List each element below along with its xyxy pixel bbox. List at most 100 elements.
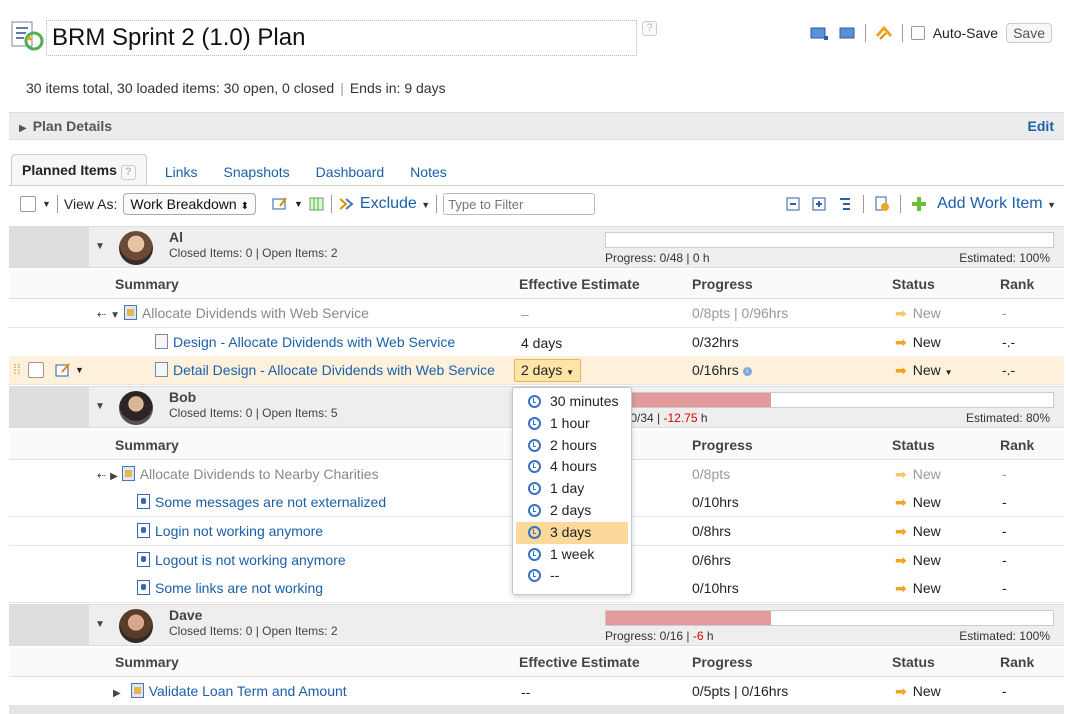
snapshot-icon[interactable]	[809, 24, 829, 42]
row-summary[interactable]: ⇠ ▼ Allocate Dividends with Web Service	[97, 305, 369, 321]
col-effective-estimate[interactable]: Effective Estimate	[519, 654, 640, 670]
row-summary[interactable]: Some links are not working	[137, 580, 323, 596]
edit-columns-icon[interactable]	[272, 196, 288, 212]
col-rank[interactable]: Rank	[1000, 276, 1034, 292]
owner-group-dave[interactable]: ▼ Dave Closed Items: 0 | Open Items: 2 P…	[9, 604, 1064, 646]
collapse-triangle-icon[interactable]: ▼	[95, 619, 105, 630]
row-estimate[interactable]: --	[521, 684, 530, 700]
col-effective-estimate[interactable]: Effective Estimate	[519, 276, 640, 292]
row-status[interactable]: ➡ New	[895, 305, 941, 322]
edit-row-icon[interactable]	[55, 362, 71, 378]
plan-details-bar[interactable]: ▶ Plan Details Edit	[9, 112, 1064, 140]
refresh-icon[interactable]	[874, 24, 894, 42]
row-status[interactable]: ➡ New	[895, 523, 941, 540]
compare-icon[interactable]	[837, 24, 857, 42]
row-summary[interactable]: Design - Allocate Dividends with Web Ser…	[155, 334, 455, 350]
estimate-option[interactable]: --	[516, 565, 628, 587]
owner-name: Dave	[169, 607, 203, 623]
table-row[interactable]: ▶ Validate Loan Term and Amount -- 0/5pts…	[9, 677, 1064, 706]
drag-handle-icon[interactable]: ⁞⁞	[13, 361, 21, 377]
col-rank[interactable]: Rank	[1000, 437, 1034, 453]
report-icon[interactable]	[874, 196, 890, 212]
row-estimate[interactable]: –	[521, 306, 529, 322]
row-summary[interactable]: Logout is not working anymore	[137, 552, 346, 568]
table-row-selected[interactable]: ⁞⁞ ▼ Detail Design - Allocate Dividends …	[9, 356, 1064, 385]
row-checkbox[interactable]	[28, 362, 44, 378]
estimate-dropdown-button[interactable]: 2 days ▼	[514, 359, 582, 382]
row-summary[interactable]: Login not working anymore	[137, 523, 323, 539]
collapse-triangle-icon[interactable]: ▼	[95, 241, 105, 252]
col-status[interactable]: Status	[892, 437, 935, 453]
tab-snapshots[interactable]: Snapshots	[214, 158, 300, 186]
auto-save-checkbox[interactable]	[910, 26, 925, 40]
col-status[interactable]: Status	[892, 276, 935, 292]
ends-in: Ends in: 9 days	[349, 80, 446, 96]
clock-icon	[528, 438, 541, 452]
row-status[interactable]: ➡ New	[895, 494, 941, 511]
exclude-menu[interactable]: Exclude ▼	[360, 195, 430, 213]
collapse-triangle-icon[interactable]: ▼	[95, 401, 105, 412]
tab-links[interactable]: Links	[155, 158, 208, 186]
row-status[interactable]: ➡ New	[895, 683, 941, 700]
chevron-down-icon[interactable]: ▼	[294, 199, 303, 209]
defect-icon	[137, 523, 150, 538]
row-summary[interactable]: ⇠ ▶ Allocate Dividends to Nearby Chariti…	[97, 466, 379, 482]
owner-group-al[interactable]: ▼ Al Closed Items: 0 | Open Items: 2 Pro…	[9, 226, 1064, 268]
title-help-icon[interactable]: ?	[642, 21, 657, 36]
collapse-all-icon[interactable]	[785, 196, 801, 212]
row-summary[interactable]: Some messages are not externalized	[137, 494, 386, 510]
estimate-option[interactable]: 2 hours	[516, 435, 628, 457]
table-row[interactable]: ⇠ ▼ Allocate Dividends with Web Service …	[9, 299, 1064, 328]
col-rank[interactable]: Rank	[1000, 654, 1034, 670]
row-status[interactable]: ➡ New	[895, 466, 941, 483]
tab-dashboard[interactable]: Dashboard	[306, 158, 395, 186]
tab-planned-items[interactable]: Planned Items ?	[11, 154, 147, 186]
col-summary[interactable]: Summary	[115, 654, 179, 670]
row-estimate[interactable]: 4 days	[521, 335, 562, 351]
col-progress[interactable]: Progress	[692, 654, 753, 670]
add-icon[interactable]	[911, 196, 927, 212]
row-progress: 0/10hrs	[692, 580, 739, 596]
col-status[interactable]: Status	[892, 654, 935, 670]
add-work-item-button[interactable]: Add Work Item ▼	[937, 195, 1056, 213]
plan-title-input[interactable]: BRM Sprint 2 (1.0) Plan	[46, 20, 637, 56]
top-toolbar: Auto-Save Save	[809, 22, 1052, 44]
filter-input[interactable]	[443, 193, 596, 215]
outline-icon[interactable]	[837, 196, 853, 212]
estimate-option[interactable]: 2 days	[516, 500, 628, 522]
plan-details-toggle[interactable]: ▶ Plan Details	[19, 118, 112, 134]
estimate-option[interactable]: 1 week	[516, 544, 628, 566]
estimate-option[interactable]: 1 hour	[516, 413, 628, 435]
select-all-checkbox[interactable]	[20, 196, 36, 212]
chevron-down-icon[interactable]: ▼	[42, 199, 51, 209]
row-status[interactable]: ➡ New	[895, 580, 941, 597]
row-progress: 0/10hrs	[692, 494, 739, 510]
view-as-select[interactable]: Work Breakdown ⬍	[123, 193, 256, 215]
row-summary[interactable]: ▶ Validate Loan Term and Amount	[113, 683, 347, 699]
toolbar-separator	[56, 195, 58, 213]
row-status[interactable]: ➡ New	[895, 334, 941, 351]
row-status[interactable]: ➡ New ▼	[895, 362, 953, 379]
row-summary[interactable]: Detail Design - Allocate Dividends with …	[155, 362, 495, 378]
row-status[interactable]: ➡ New	[895, 552, 941, 569]
col-summary[interactable]: Summary	[115, 437, 179, 453]
col-progress[interactable]: Progress	[692, 437, 753, 453]
collapse-triangle-icon: ▼	[110, 310, 121, 321]
tab-notes[interactable]: Notes	[400, 158, 457, 186]
columns-icon[interactable]	[309, 196, 325, 212]
estimate-option[interactable]: 30 minutes	[516, 391, 628, 413]
edit-link[interactable]: Edit	[1028, 118, 1054, 134]
chevron-down-icon[interactable]: ▼	[75, 365, 84, 375]
progress-fill	[606, 611, 772, 625]
expand-all-icon[interactable]	[811, 196, 827, 212]
save-button[interactable]: Save	[1006, 23, 1052, 43]
tab-help-icon[interactable]: ?	[120, 165, 136, 180]
row-progress: 0/8pts	[692, 466, 731, 482]
estimate-option-highlighted[interactable]: 3 days	[516, 521, 628, 544]
col-progress[interactable]: Progress	[692, 276, 753, 292]
table-row[interactable]: Design - Allocate Dividends with Web Ser…	[9, 328, 1064, 357]
estimate-option[interactable]: 1 day	[516, 478, 628, 500]
clock-icon	[528, 503, 541, 517]
col-summary[interactable]: Summary	[115, 276, 179, 292]
estimate-option[interactable]: 4 hours	[516, 456, 628, 478]
